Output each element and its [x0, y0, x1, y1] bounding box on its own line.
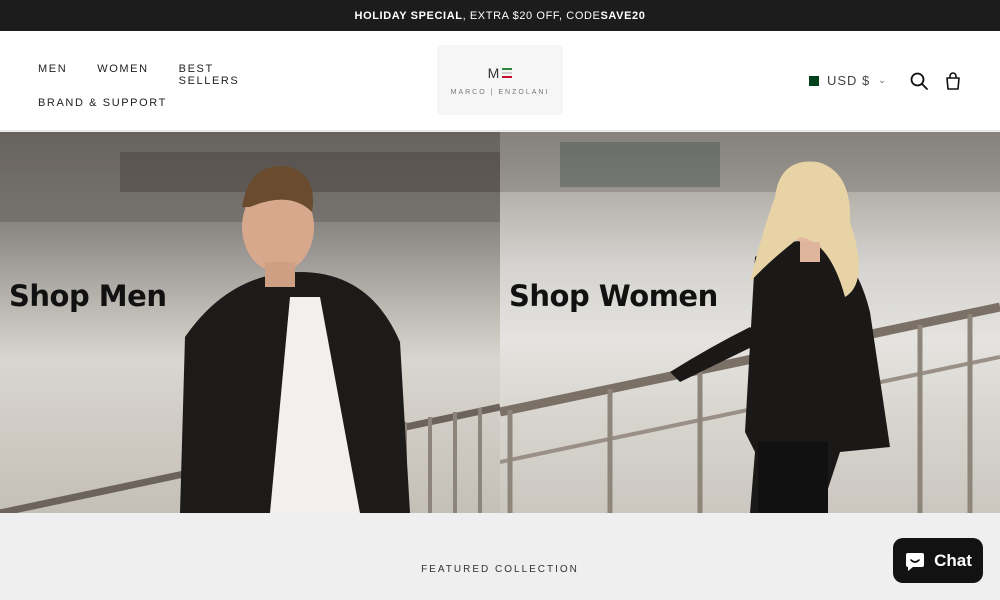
pakistan-flag-icon — [806, 75, 819, 86]
nav-men[interactable]: MEN — [38, 63, 67, 87]
brand-logo[interactable]: M MARCO | ENZOLANI — [437, 45, 563, 115]
logo-text: MARCO | ENZOLANI — [450, 88, 550, 96]
shop-men-title: Shop Men — [9, 279, 167, 313]
logo-e-icon — [502, 67, 513, 78]
shop-women-title: Shop Women — [509, 279, 718, 313]
logo-mark: M — [488, 65, 513, 81]
nav-best-sellers[interactable]: BEST SELLERS — [179, 63, 268, 87]
cart-icon[interactable] — [943, 71, 963, 91]
currency-selector[interactable]: USD $ ⌄ — [806, 73, 887, 88]
nav-brand-support[interactable]: BRAND & SUPPORT — [38, 97, 167, 109]
shop-women-banner[interactable]: Shop Women — [500, 132, 1000, 513]
chat-button[interactable]: Chat — [893, 538, 983, 583]
shop-men-banner[interactable]: Shop Men — [0, 132, 500, 513]
chevron-down-icon: ⌄ — [878, 75, 887, 85]
site-header: MEN WOMEN BEST SELLERS BRAND & SUPPORT M… — [0, 31, 1000, 131]
announce-offer: , EXTRA $20 OFF, CODE — [462, 9, 601, 22]
main-nav: MEN WOMEN BEST SELLERS BRAND & SUPPORT — [38, 63, 298, 119]
women-hero-image — [500, 132, 1000, 513]
search-icon[interactable] — [909, 71, 929, 91]
announce-code: SAVE20 — [600, 9, 646, 22]
chat-bubble-icon — [906, 552, 925, 571]
announcement-bar: HOLIDAY SPECIAL , EXTRA $20 OFF, CODE SA… — [0, 0, 1000, 31]
currency-label: USD $ — [827, 73, 871, 88]
men-hero-image — [0, 132, 500, 513]
announce-holiday: HOLIDAY SPECIAL — [354, 9, 463, 22]
nav-women[interactable]: WOMEN — [97, 63, 148, 87]
chat-label: Chat — [934, 550, 972, 570]
featured-collection-heading: FEATURED COLLECTION — [421, 564, 579, 575]
